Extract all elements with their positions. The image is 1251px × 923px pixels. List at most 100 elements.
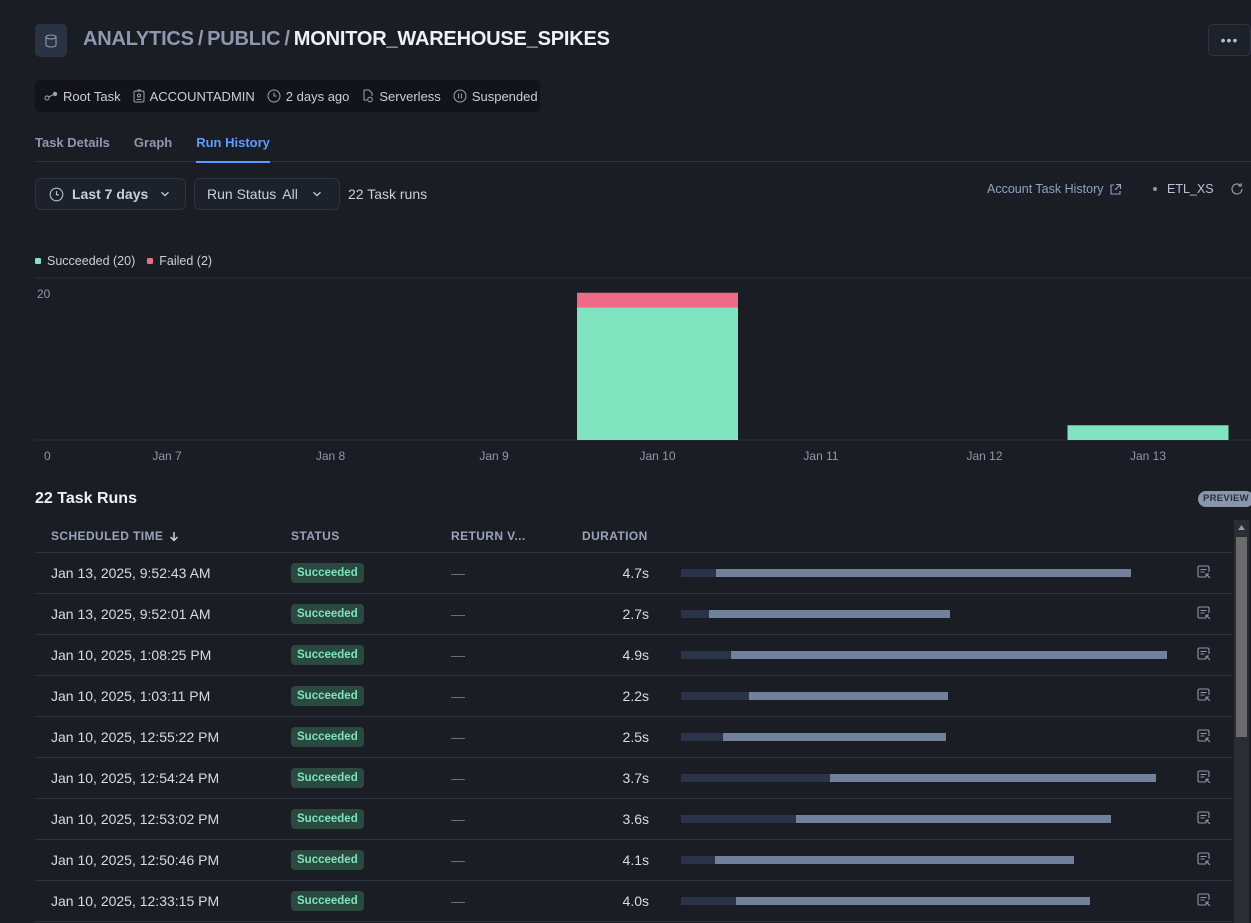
x-tick-label: Jan 7 xyxy=(152,449,182,463)
query-details-icon xyxy=(1197,770,1211,784)
column-duration[interactable]: DURATION xyxy=(582,529,648,543)
account-task-history-link[interactable]: Account Task History xyxy=(987,182,1122,196)
x-tick-label: Jan 13 xyxy=(1130,449,1166,463)
bar-succeeded xyxy=(577,307,738,440)
column-return-value[interactable]: RETURN V... xyxy=(451,529,526,543)
run-status-value: All xyxy=(282,186,298,202)
duration-bar xyxy=(681,815,1171,823)
duration-bar-running xyxy=(829,774,1156,782)
view-query-profile-button[interactable] xyxy=(1197,770,1211,789)
return-value: — xyxy=(451,565,465,581)
view-query-profile-button[interactable] xyxy=(1197,893,1211,912)
duration-value: 2.2s xyxy=(622,688,649,704)
table-row[interactable]: Jan 13, 2025, 9:52:43 AM Succeeded — 4.7… xyxy=(35,553,1232,594)
duration-value: 3.6s xyxy=(622,811,649,827)
scheduled-time: Jan 10, 2025, 1:08:25 PM xyxy=(51,647,212,663)
more-options-button[interactable]: ••• xyxy=(1208,24,1251,56)
query-details-icon xyxy=(1197,893,1211,907)
duration-bar xyxy=(681,692,1171,700)
x-tick-label: Jan 8 xyxy=(316,449,346,463)
column-status[interactable]: STATUS xyxy=(291,529,340,543)
table-scrollbar[interactable] xyxy=(1234,520,1249,923)
duration-bar-queued xyxy=(681,815,797,823)
duration-bar xyxy=(681,856,1171,864)
scheduled-time: Jan 10, 2025, 12:33:15 PM xyxy=(51,893,220,909)
query-details-icon xyxy=(1197,565,1211,579)
return-value: — xyxy=(451,852,465,868)
view-query-profile-button[interactable] xyxy=(1197,606,1211,625)
table-row[interactable]: Jan 10, 2025, 1:03:11 PM Succeeded — 2.2… xyxy=(35,676,1232,717)
status-badge: Succeeded xyxy=(291,563,364,583)
chevron-down-icon xyxy=(161,191,170,197)
view-query-profile-button[interactable] xyxy=(1197,688,1211,707)
breadcrumb-database[interactable]: ANALYTICS xyxy=(83,28,194,50)
scroll-up-button[interactable] xyxy=(1234,520,1249,535)
run-status-label: Run Status xyxy=(207,186,277,202)
scheduled-time: Jan 13, 2025, 9:52:43 AM xyxy=(51,565,211,581)
date-range-select[interactable]: Last 7 days xyxy=(35,178,186,210)
y-tick-label: 0 xyxy=(44,449,51,463)
query-details-icon xyxy=(1197,647,1211,661)
external-link-icon xyxy=(1110,183,1122,195)
scheduled-time: Jan 10, 2025, 12:50:46 PM xyxy=(51,852,220,868)
chart-legend: Succeeded (20) Failed (2) xyxy=(35,254,212,268)
task-runs-table: SCHEDULED TIME STATUS RETURN V... DURATI… xyxy=(35,518,1232,922)
tab-run-history[interactable]: Run History xyxy=(196,122,270,163)
duration-value: 3.7s xyxy=(622,770,649,786)
view-query-profile-button[interactable] xyxy=(1197,729,1211,748)
legend-succeeded[interactable]: Succeeded (20) xyxy=(35,254,135,268)
table-row[interactable]: Jan 10, 2025, 1:08:25 PM Succeeded — 4.9… xyxy=(35,635,1232,676)
column-scheduled-time[interactable]: SCHEDULED TIME xyxy=(51,529,179,543)
query-details-icon xyxy=(1197,688,1211,702)
date-range-value: Last 7 days xyxy=(72,186,149,202)
duration-bar xyxy=(681,733,1171,741)
view-query-profile-button[interactable] xyxy=(1197,647,1211,666)
scheduled-time: Jan 10, 2025, 12:54:24 PM xyxy=(51,770,220,786)
x-tick-label: Jan 12 xyxy=(966,449,1002,463)
task-owner: ACCOUNTADMIN xyxy=(133,89,255,104)
table-row[interactable]: Jan 10, 2025, 12:33:15 PM Succeeded — 4.… xyxy=(35,881,1232,922)
tab-bar: Task Details Graph Run History xyxy=(35,122,1251,163)
table-row[interactable]: Jan 10, 2025, 12:50:46 PM Succeeded — 4.… xyxy=(35,840,1232,881)
table-row[interactable]: Jan 10, 2025, 12:54:24 PM Succeeded — 3.… xyxy=(35,758,1232,799)
query-details-icon xyxy=(1197,606,1211,620)
bar-succeeded xyxy=(1067,425,1229,440)
preview-badge: PREVIEW xyxy=(1198,491,1251,507)
triangle-up-icon xyxy=(1238,525,1245,530)
duration-bar xyxy=(681,774,1171,782)
clock-icon xyxy=(267,89,281,103)
run-status-select[interactable]: Run Status All xyxy=(194,178,340,210)
duration-value: 4.1s xyxy=(622,852,649,868)
status-badge: Succeeded xyxy=(291,768,364,788)
status-badge: Succeeded xyxy=(291,645,364,665)
view-query-profile-button[interactable] xyxy=(1197,565,1211,584)
ellipsis-icon: ••• xyxy=(1220,32,1239,48)
tab-graph[interactable]: Graph xyxy=(134,122,172,162)
table-row[interactable]: Jan 10, 2025, 12:53:02 PM Succeeded — 3.… xyxy=(35,799,1232,840)
runs-count: 22 Task runs xyxy=(348,186,428,202)
duration-value: 2.7s xyxy=(622,606,649,622)
table-body: Jan 13, 2025, 9:52:43 AM Succeeded — 4.7… xyxy=(35,553,1232,922)
task-run-history-page: ANALYTICS / PUBLIC / MONITOR_WAREHOUSE_SPIKE… xyxy=(0,0,1251,923)
duration-value: 2.5s xyxy=(622,729,649,745)
return-value: — xyxy=(451,606,465,622)
return-value: — xyxy=(451,729,465,745)
pause-circle-icon xyxy=(453,89,467,103)
duration-value: 4.9s xyxy=(622,647,649,663)
task-type: Root Task xyxy=(44,89,121,104)
return-value: — xyxy=(451,647,465,663)
legend-failed[interactable]: Failed (2) xyxy=(147,254,212,268)
refresh-button[interactable] xyxy=(1230,182,1244,201)
duration-bar-queued xyxy=(681,651,731,659)
breadcrumb-schema[interactable]: PUBLIC xyxy=(207,28,280,50)
duration-bar-running xyxy=(723,733,946,741)
view-query-profile-button[interactable] xyxy=(1197,811,1211,830)
tab-task-details[interactable]: Task Details xyxy=(35,122,110,162)
table-row[interactable]: Jan 13, 2025, 9:52:01 AM Succeeded — 2.7… xyxy=(35,594,1232,635)
duration-bar-running xyxy=(749,692,949,700)
breadcrumb-separator: / xyxy=(197,28,204,50)
table-row[interactable]: Jan 10, 2025, 12:55:22 PM Succeeded — 2.… xyxy=(35,717,1232,758)
view-query-profile-button[interactable] xyxy=(1197,852,1211,871)
arrow-down-icon xyxy=(170,531,179,542)
scroll-thumb[interactable] xyxy=(1236,537,1247,737)
